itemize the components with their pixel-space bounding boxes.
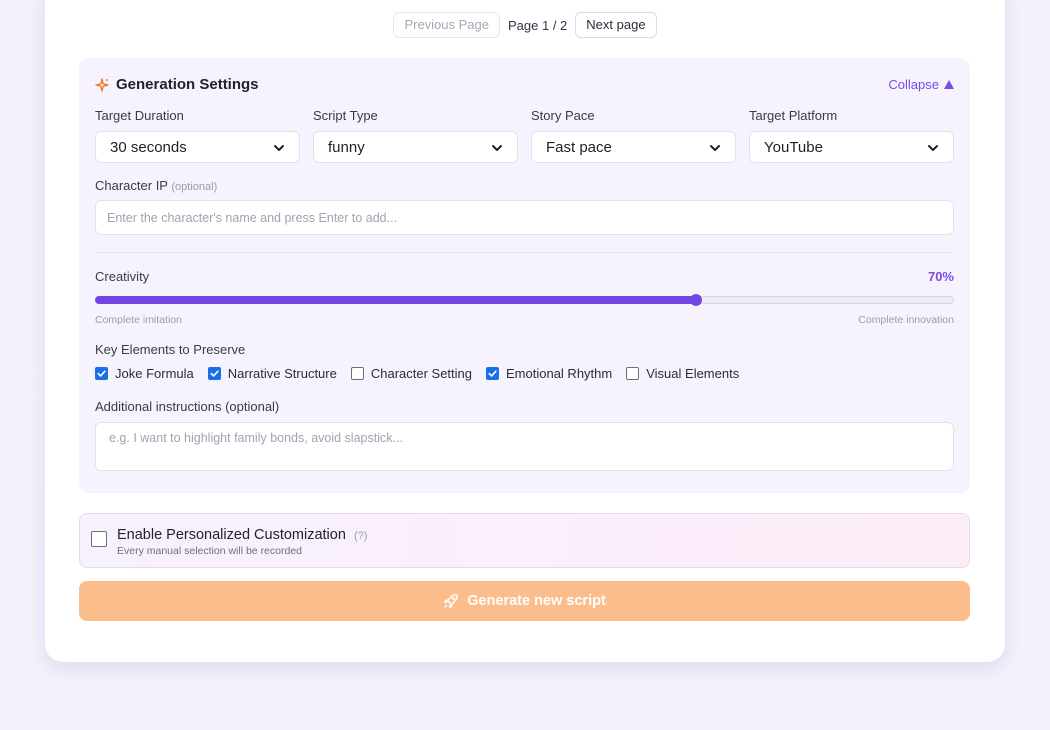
sparkle-icon (95, 77, 109, 92)
additional-instructions-placeholder: e.g. I want to highlight family bonds, a… (109, 431, 403, 445)
personalization-checkbox[interactable] (91, 531, 107, 547)
key-element-checkbox[interactable] (95, 367, 108, 380)
personalization-subtitle: Every manual selection will be recorded (117, 545, 303, 557)
generation-settings-panel: Generation Settings Collapse Target Dura… (79, 58, 970, 493)
character-ip-input[interactable]: Enter the character's name and press Ent… (95, 200, 954, 235)
generate-script-button[interactable]: Generate new script (79, 581, 970, 621)
creativity-slider[interactable] (95, 294, 954, 306)
previous-page-button[interactable]: Previous Page (393, 12, 500, 38)
pagination: Previous Page Page 1 / 2 Next page (45, 12, 1005, 38)
rocket-icon (443, 593, 459, 609)
character-ip-label: Character IP (optional) (95, 178, 217, 193)
chevron-down-icon (273, 141, 285, 153)
key-element-option[interactable]: Joke Formula (95, 366, 194, 381)
key-element-checkbox[interactable] (350, 367, 364, 380)
key-element-label: Emotional Rhythm (506, 366, 613, 381)
target-platform-value: YouTube (764, 138, 823, 156)
key-element-checkbox[interactable] (207, 367, 221, 380)
collapse-label: Collapse (888, 77, 939, 92)
slider-fill (95, 296, 695, 304)
slider-min-label: Complete imitation (95, 314, 182, 326)
settings-header: Generation Settings (95, 76, 259, 93)
target-duration-label: Target Duration (95, 108, 184, 123)
divider (95, 252, 954, 253)
story-pace-value: Fast pace (546, 138, 612, 156)
script-type-value: funny (328, 138, 365, 156)
story-pace-label: Story Pace (531, 108, 595, 123)
target-duration-select[interactable]: 30 seconds (95, 131, 300, 163)
additional-instructions-input[interactable]: e.g. I want to highlight family bonds, a… (95, 422, 954, 471)
personalization-title: Enable Personalized Customization (?) (117, 527, 367, 543)
key-element-option[interactable]: Narrative Structure (207, 366, 337, 381)
creativity-value: 70% (927, 269, 954, 284)
personalization-title-text: Enable Personalized Customization (117, 527, 346, 543)
page-info: Page 1 / 2 (508, 17, 568, 33)
additional-instructions-label: Additional instructions (optional) (95, 399, 280, 414)
key-element-label: Visual Elements (646, 366, 740, 381)
next-page-button[interactable]: Next page (575, 12, 657, 38)
help-hint[interactable]: (?) (354, 530, 367, 542)
triangle-up-icon (944, 80, 954, 89)
key-elements-label: Key Elements to Preserve (95, 342, 246, 357)
key-element-label: Character Setting (370, 366, 473, 381)
target-platform-label: Target Platform (749, 108, 838, 123)
key-element-checkbox[interactable] (486, 367, 500, 380)
optional-hint: (optional) (171, 181, 218, 193)
chevron-down-icon (709, 141, 721, 153)
character-ip-placeholder: Enter the character's name and press Ent… (107, 210, 398, 225)
personalized-customization-panel: Enable Personalized Customization (?) Ev… (79, 513, 970, 568)
collapse-button[interactable]: Collapse (888, 77, 954, 92)
key-element-option[interactable]: Visual Elements (626, 366, 739, 381)
key-elements-list: Joke Formula Narrative Structure Character… (95, 366, 753, 381)
generate-label: Generate new script (467, 593, 606, 609)
key-element-label: Joke Formula (115, 366, 194, 381)
chevron-down-icon (927, 141, 939, 153)
chevron-down-icon (491, 141, 503, 153)
key-element-label: Narrative Structure (227, 366, 337, 381)
script-type-label: Script Type (313, 108, 378, 123)
key-element-option[interactable]: Emotional Rhythm (486, 366, 612, 381)
target-duration-value: 30 seconds (110, 138, 187, 156)
target-platform-select[interactable]: YouTube (749, 131, 954, 163)
character-ip-label-text: Character IP (95, 178, 168, 193)
key-element-checkbox[interactable] (626, 367, 640, 380)
story-pace-select[interactable]: Fast pace (531, 131, 736, 163)
slider-max-label: Complete innovation (858, 314, 954, 326)
script-type-select[interactable]: funny (313, 131, 518, 163)
creativity-label: Creativity (95, 269, 150, 284)
slider-thumb[interactable] (689, 294, 702, 306)
key-element-option[interactable]: Character Setting (350, 366, 473, 381)
settings-title: Generation Settings (116, 76, 259, 93)
